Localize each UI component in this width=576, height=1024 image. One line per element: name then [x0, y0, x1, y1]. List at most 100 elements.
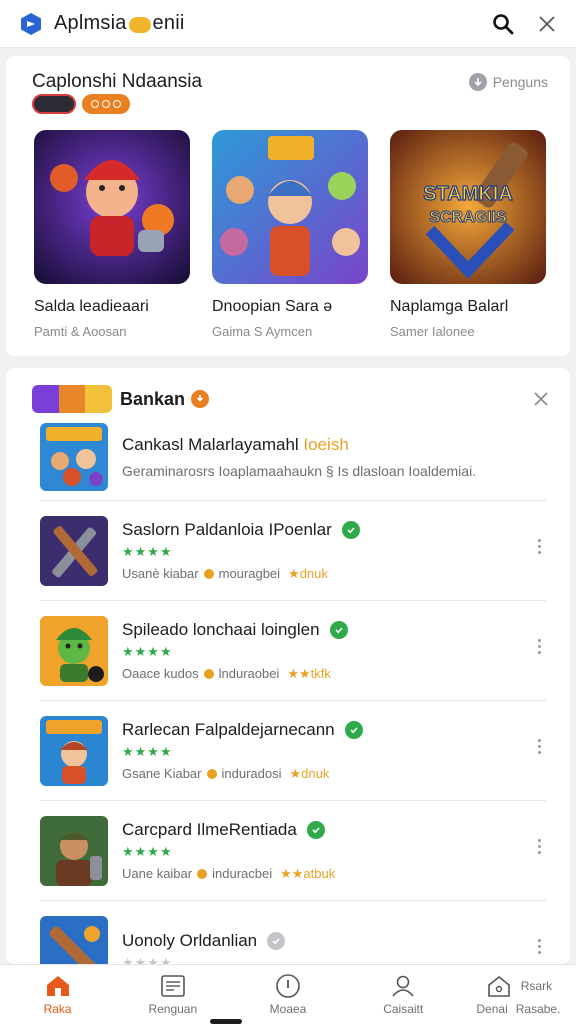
- rating-stars: ★★★★: [122, 954, 173, 965]
- app-title-left: Aplmsia: [54, 12, 127, 34]
- game-icon-image: [40, 815, 108, 886]
- game-title: Saslorn Paldanloia IPoenlar: [122, 519, 332, 539]
- info-icon: [274, 973, 302, 999]
- nav-label: Moaea: [269, 1002, 307, 1016]
- game-title: Rarlecan Falpaldejarnecann: [122, 719, 335, 739]
- info-badge-icon: [191, 390, 210, 408]
- rating-stars: ★★★★: [122, 743, 173, 759]
- nav-item-list[interactable]: Renguan: [115, 965, 230, 1024]
- download-icon: [468, 73, 487, 91]
- app-title-right: enii: [152, 12, 185, 34]
- close-icon[interactable]: [530, 388, 552, 410]
- svg-text:STAMKIA: STAMKIA: [423, 183, 513, 205]
- game-meta-secondary: lnduraobei: [218, 666, 280, 681]
- game-meta-tag: ★★atbuk: [280, 865, 336, 881]
- coin-icon: [206, 768, 217, 779]
- game-art-image: [212, 130, 368, 284]
- featured-game-card[interactable]: STAMKIA SCRAGIIS Naplamga Balarl Samer I…: [390, 130, 546, 339]
- list-item[interactable]: Spileado lonchaai loinglen ★★★★ Oaace ku…: [40, 600, 546, 700]
- verified-icon: [329, 620, 348, 639]
- nav-label: Raka: [43, 1002, 72, 1016]
- section-thumbnails: [32, 385, 112, 413]
- coin-icon: [197, 868, 208, 879]
- coin-icon: [203, 568, 214, 579]
- game-meta-secondary: induradosi: [221, 766, 282, 781]
- game-name: Salda leadieaari: [34, 298, 149, 315]
- game-title: Uonoly Orldanlian: [122, 930, 258, 950]
- user-icon: [389, 973, 417, 999]
- game-name: Naplamga Balarl: [390, 298, 509, 315]
- nav-label-tertiary: Rasabe.: [515, 1002, 561, 1016]
- emoji-icon: [128, 16, 151, 33]
- game-meta: Gsane Kiabar: [122, 766, 202, 781]
- coin-icon: [203, 668, 214, 679]
- verified-icon: [341, 520, 360, 539]
- nav-item-profile[interactable]: Caisaitt: [346, 965, 461, 1024]
- bottom-navigation: Raka Renguan Moaea Caisaitt Rsark Denai …: [0, 964, 576, 1024]
- promo-title: Cankasl Malarlayamahl Ioeish: [122, 435, 476, 455]
- nav-label-secondary: Rsark: [520, 979, 553, 993]
- nav-label: Denai: [476, 1002, 508, 1016]
- promo-description: Geraminarosrs Ioaplamaahaukn § Is dlaslo…: [122, 463, 477, 479]
- game-meta: Uane kaibar: [122, 866, 193, 881]
- close-icon[interactable]: [536, 13, 558, 35]
- app-logo-icon: [21, 12, 41, 35]
- featured-game-card[interactable]: Dnoopian Sara ə Gaima S Aymcen: [212, 130, 368, 339]
- featured-more-link[interactable]: Penguns: [468, 73, 548, 91]
- list-icon: [159, 973, 187, 999]
- game-meta-secondary: mouragbei: [218, 566, 281, 581]
- svg-text:SCRAGIIS: SCRAGIIS: [429, 209, 507, 226]
- tag-badge-orange[interactable]: [82, 94, 130, 114]
- game-title: Spileado lonchaai loinglen: [122, 619, 320, 639]
- rating-stars: ★★★★: [122, 643, 173, 659]
- game-subtitle: Samer Ialonee: [390, 324, 475, 339]
- list-item[interactable]: Carcpard IlmeRentiada ★★★★ Uane kaibar in…: [40, 800, 546, 900]
- game-meta: Usanè kiabar: [122, 566, 199, 581]
- nav-item-home[interactable]: Raka: [0, 965, 115, 1024]
- game-icon-image: [40, 515, 108, 586]
- ranking-section: Bankan Cankasl Malarlayamahl Ioeish Gera…: [6, 368, 570, 964]
- featured-link-label: Penguns: [492, 74, 548, 90]
- top-app-bar: Aplmsia enii: [0, 0, 576, 48]
- more-options-icon[interactable]: [536, 639, 542, 654]
- home-icon: [44, 973, 72, 999]
- game-icon-image: [40, 715, 108, 786]
- promo-item[interactable]: Cankasl Malarlayamahl Ioeish Geraminaros…: [40, 422, 546, 492]
- game-meta-tag: ★★tkfk: [287, 665, 331, 681]
- rating-stars: ★★★★: [122, 543, 173, 559]
- home-badge-icon: [485, 973, 513, 999]
- nav-item-more[interactable]: Rsark Denai Rasabe.: [461, 965, 576, 1024]
- game-meta-tag: ★dnuk: [289, 765, 330, 781]
- featured-game-card[interactable]: Salda leadieaari Pamti & Aoosan: [34, 130, 190, 339]
- list-item[interactable]: Rarlecan Falpaldejarnecann ★★★★ Gsane Ki…: [40, 700, 546, 800]
- featured-title: Caplonshi Ndaansia: [32, 71, 203, 92]
- more-options-icon[interactable]: [536, 739, 542, 754]
- verified-icon: [344, 720, 363, 739]
- nav-label: Renguan: [148, 1002, 198, 1016]
- search-icon[interactable]: [492, 13, 514, 35]
- promo-art-image: [40, 423, 108, 491]
- game-meta: Oaace kudos: [122, 666, 199, 681]
- home-indicator: [210, 1019, 242, 1024]
- game-icon-image: [40, 915, 108, 964]
- nav-label: Caisaitt: [383, 1002, 424, 1016]
- promo-title-highlight: Ioeish: [303, 435, 349, 454]
- verified-icon: [267, 931, 286, 950]
- game-meta-tag: ★dnuk: [288, 565, 328, 581]
- game-subtitle: Pamti & Aoosan: [34, 324, 127, 339]
- more-options-icon[interactable]: [536, 939, 542, 954]
- more-options-icon[interactable]: [536, 839, 542, 854]
- game-title: Carcpard IlmeRentiada: [122, 819, 297, 839]
- list-item[interactable]: Saslorn Paldanloia IPoenlar ★★★★ Usanè k…: [40, 500, 546, 600]
- game-meta-secondary: induracbei: [212, 866, 273, 881]
- more-options-icon[interactable]: [536, 539, 542, 554]
- list-item[interactable]: Uonoly Orldanlian ★★★★: [40, 900, 546, 964]
- nav-item-info[interactable]: Moaea: [230, 965, 345, 1024]
- game-name: Dnoopian Sara ə: [212, 298, 333, 315]
- featured-section: Caplonshi Ndaansia Penguns Salda leadiea…: [6, 56, 570, 356]
- promo-title-text: Cankasl Malarlayamahl: [122, 435, 299, 454]
- rating-stars: ★★★★: [122, 843, 173, 859]
- game-art-image: [34, 130, 190, 284]
- tag-badge-dark[interactable]: [32, 94, 76, 114]
- section-title: Bankan: [120, 388, 186, 409]
